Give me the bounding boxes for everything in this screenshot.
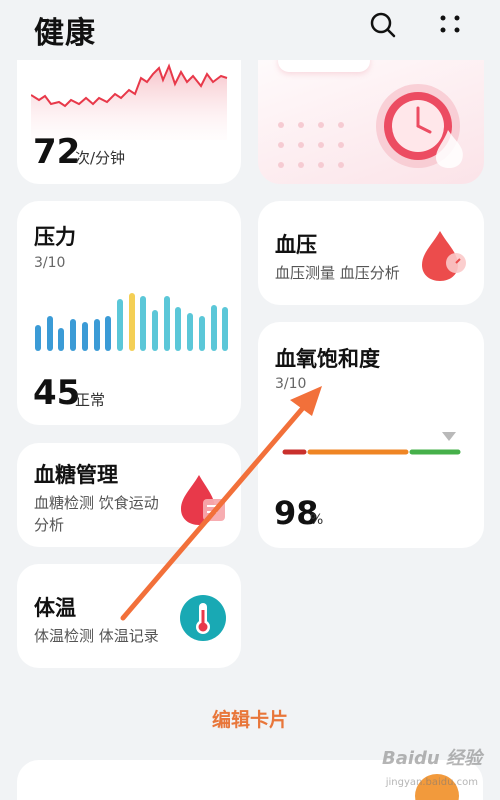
search-icon[interactable] bbox=[365, 8, 401, 44]
annotation-arrow bbox=[120, 386, 322, 621]
watermark-url: jingyan.baidu.com bbox=[385, 777, 478, 788]
watermark-brand: Baidu 经验 bbox=[381, 748, 482, 769]
page-title: 健康 bbox=[34, 16, 96, 51]
app-header: 健康 bbox=[0, 0, 500, 60]
more-dots-icon[interactable] bbox=[432, 8, 468, 44]
